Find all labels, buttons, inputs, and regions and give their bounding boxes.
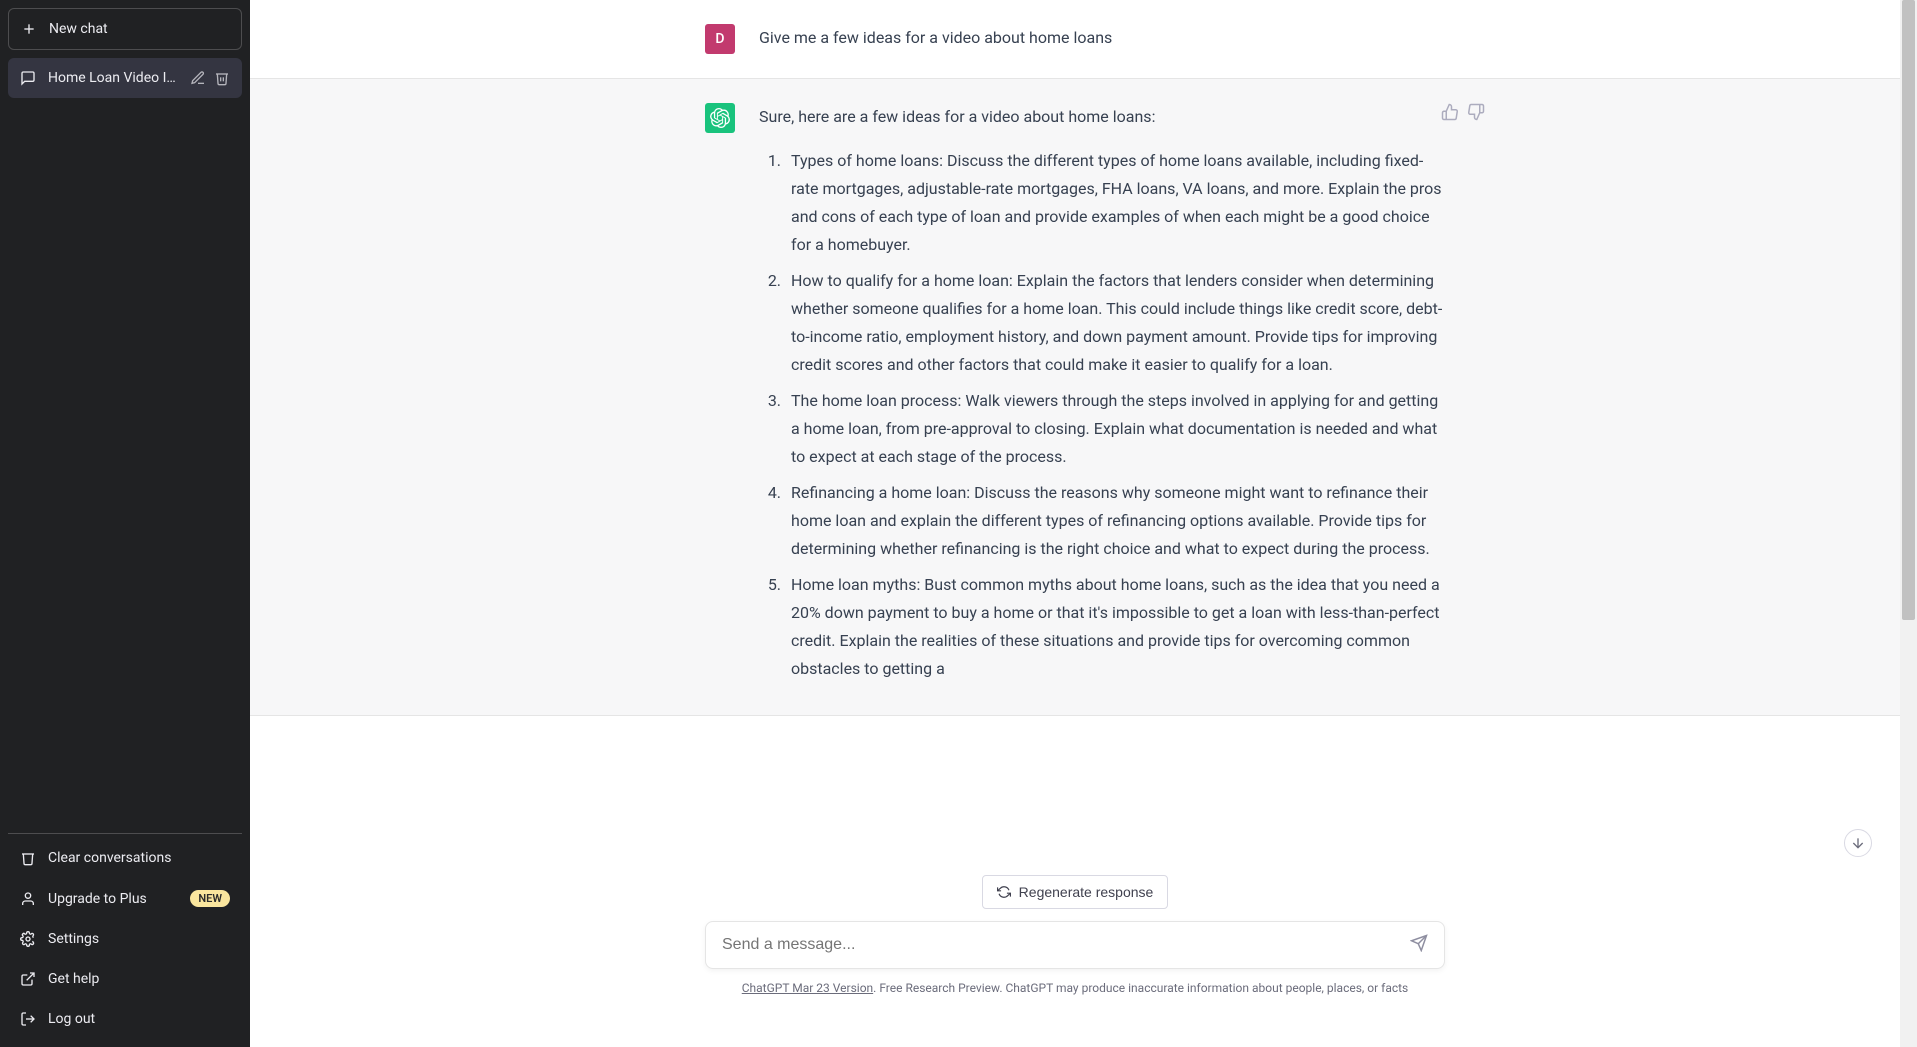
upgrade-button[interactable]: Upgrade to Plus NEW — [8, 878, 242, 919]
list-item: Refinancing a home loan: Discuss the rea… — [785, 479, 1445, 563]
trash-icon — [20, 850, 36, 866]
new-badge: NEW — [190, 890, 230, 907]
logout-icon — [20, 1011, 36, 1027]
scrollbar-thumb[interactable] — [1902, 0, 1915, 620]
page-scrollbar[interactable] — [1900, 0, 1917, 1047]
openai-icon — [710, 108, 730, 128]
external-link-icon — [20, 971, 36, 987]
chat-icon — [20, 70, 36, 86]
list-item: How to qualify for a home loan: Explain … — [785, 267, 1445, 379]
list-item: The home loan process: Walk viewers thro… — [785, 387, 1445, 471]
conversation-actions — [190, 70, 230, 86]
plus-icon — [21, 21, 37, 37]
message-input[interactable] — [722, 936, 1396, 954]
main-area: D Give me a few ideas for a video about … — [250, 0, 1900, 1047]
gear-icon — [20, 931, 36, 947]
feedback-buttons — [1441, 103, 1485, 121]
new-chat-label: New chat — [49, 21, 108, 37]
clear-conversations-button[interactable]: Clear conversations — [8, 838, 242, 878]
conversation-item[interactable]: Home Loan Video Idea — [8, 58, 242, 98]
upgrade-label: Upgrade to Plus — [48, 891, 147, 907]
clear-label: Clear conversations — [48, 850, 171, 866]
send-icon — [1410, 934, 1428, 952]
new-chat-button[interactable]: New chat — [8, 8, 242, 50]
sidebar-bottom: Clear conversations Upgrade to Plus NEW … — [8, 833, 242, 1039]
regenerate-button[interactable]: Regenerate response — [982, 875, 1169, 909]
refresh-icon — [997, 885, 1011, 899]
thumbs-down-icon[interactable] — [1467, 103, 1485, 121]
assistant-avatar — [705, 103, 735, 133]
assistant-list: Types of home loans: Discuss the differe… — [759, 147, 1445, 683]
user-message-text: Give me a few ideas for a video about ho… — [759, 24, 1445, 54]
trash-icon[interactable] — [214, 70, 230, 86]
input-area: Regenerate response ChatGPT Mar 23 Versi… — [250, 851, 1900, 1047]
footer-rest: . Free Research Preview. ChatGPT may pro… — [873, 981, 1408, 995]
edit-icon[interactable] — [190, 70, 206, 86]
list-item: Home loan myths: Bust common myths about… — [785, 571, 1445, 683]
version-link[interactable]: ChatGPT Mar 23 Version — [742, 981, 873, 995]
arrow-down-icon — [1850, 835, 1866, 851]
person-icon — [20, 891, 36, 907]
user-avatar-letter: D — [715, 31, 724, 47]
settings-button[interactable]: Settings — [8, 919, 242, 959]
help-button[interactable]: Get help — [8, 959, 242, 999]
assistant-intro-text: Sure, here are a few ideas for a video a… — [759, 103, 1445, 131]
user-message-row: D Give me a few ideas for a video about … — [250, 0, 1900, 79]
settings-label: Settings — [48, 931, 99, 947]
footer-note: ChatGPT Mar 23 Version. Free Research Pr… — [742, 981, 1409, 995]
thumbs-up-icon[interactable] — [1441, 103, 1459, 121]
user-avatar: D — [705, 24, 735, 54]
regenerate-label: Regenerate response — [1019, 884, 1154, 900]
send-button[interactable] — [1406, 930, 1432, 960]
assistant-message-content: Sure, here are a few ideas for a video a… — [759, 103, 1445, 691]
logout-button[interactable]: Log out — [8, 999, 242, 1039]
conversation-title: Home Loan Video Idea — [48, 70, 178, 86]
list-item: Types of home loans: Discuss the differe… — [785, 147, 1445, 259]
assistant-message-row: Sure, here are a few ideas for a video a… — [250, 79, 1900, 716]
sidebar: New chat Home Loan Video Idea Clear conv… — [0, 0, 250, 1047]
conversation-list: Home Loan Video Idea — [8, 58, 242, 833]
help-label: Get help — [48, 971, 99, 987]
logout-label: Log out — [48, 1011, 95, 1027]
message-input-box[interactable] — [705, 921, 1445, 969]
